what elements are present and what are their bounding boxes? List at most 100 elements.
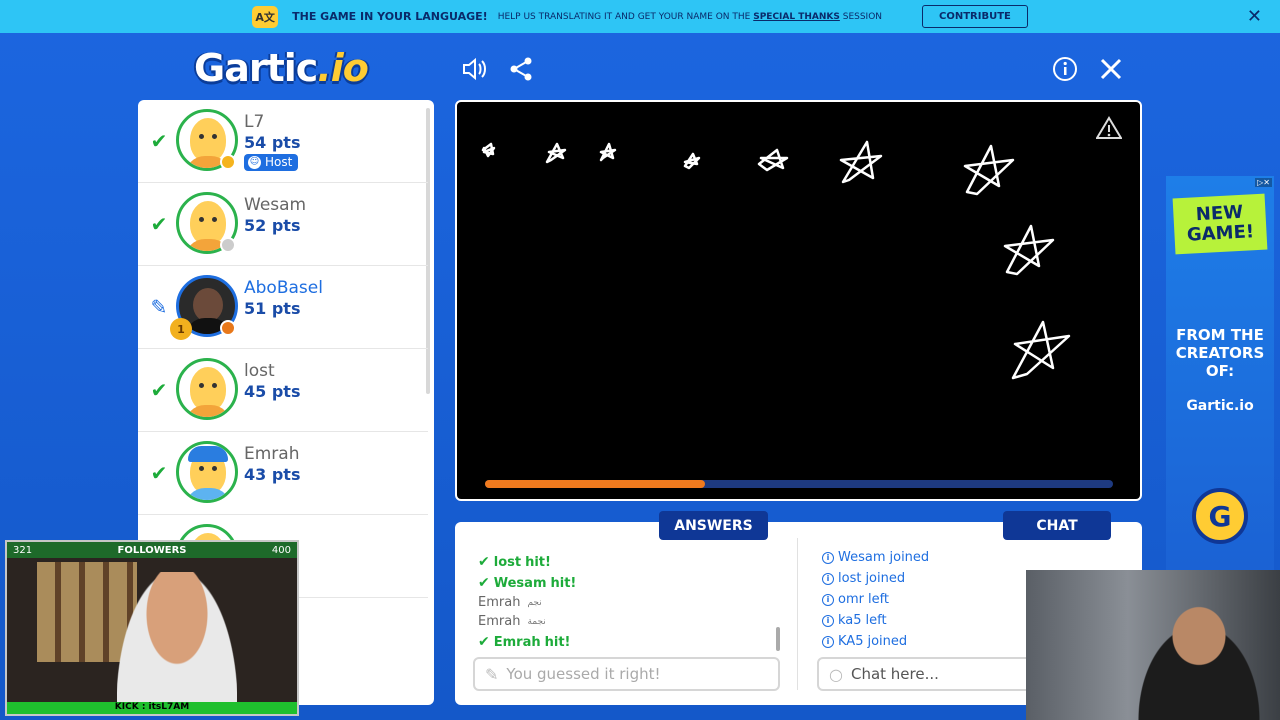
- answer-input[interactable]: ✎ You guessed it right!: [473, 657, 780, 691]
- sound-icon[interactable]: [460, 54, 490, 84]
- player-name: Wesam: [244, 195, 307, 215]
- check-icon: ✔: [150, 461, 168, 485]
- answer-message: ✔ lost hit!: [478, 554, 551, 570]
- answer-message: ✔ Wesam hit!: [478, 575, 576, 591]
- drawing-canvas[interactable]: [455, 100, 1142, 501]
- chat-user: lost: [838, 571, 862, 586]
- report-warning-icon[interactable]: [1095, 116, 1123, 146]
- banner-title: THE GAME IN YOUR LANGUAGE!: [292, 10, 488, 23]
- panel-divider: [797, 538, 798, 690]
- chat-text: left: [867, 592, 890, 607]
- info-icon: i: [822, 593, 834, 606]
- trophy-icon: 1: [170, 318, 192, 340]
- answer-message: Emrah نجمة: [478, 614, 546, 629]
- streamer-webcam-right: [1026, 570, 1280, 720]
- chat-bubble-icon: ○: [829, 664, 843, 684]
- smile-icon: ☺: [248, 155, 261, 169]
- chat-user: KA5: [838, 634, 864, 649]
- answer-user: Wesam: [493, 575, 547, 591]
- chat-user: Wesam: [838, 550, 886, 565]
- chat-message: i lost joined: [822, 571, 905, 586]
- follower-goal: 400: [271, 544, 291, 556]
- webcam-person: [117, 572, 237, 712]
- host-badge: ☺ Host: [244, 154, 299, 171]
- player-row[interactable]: ✎ 1 AboBasel 51 pts: [138, 266, 428, 349]
- player-name: AboBasel: [244, 278, 323, 298]
- banner-help-post: SESSION: [842, 11, 883, 22]
- answer-user: Emrah: [493, 634, 541, 650]
- ad-headline: NEW GAME!: [1172, 193, 1268, 255]
- answer-user: Emrah: [478, 614, 521, 629]
- exit-icon[interactable]: [1096, 54, 1126, 84]
- avatar: [176, 358, 238, 420]
- status-dot: [220, 154, 236, 170]
- pencil-icon: ✎: [150, 295, 168, 319]
- round-timer-bar: [485, 480, 1113, 488]
- info-icon: i: [822, 551, 834, 564]
- ad-brand: Gartic.io: [1186, 398, 1254, 414]
- logo-main: Gartic: [194, 46, 318, 90]
- player-name: lost: [244, 361, 275, 381]
- special-thanks-link[interactable]: SPECIAL THANKS: [753, 12, 840, 22]
- chat-message: i Wesam joined: [822, 550, 929, 565]
- player-points: 43 pts: [244, 465, 301, 484]
- gartic-logo: Gartic.io: [194, 46, 369, 90]
- player-row[interactable]: ✔ lost 45 pts: [138, 349, 428, 432]
- follower-label: FOLLOWERS: [117, 544, 187, 556]
- answer-text: hit!: [544, 634, 571, 650]
- chat-text: joined: [889, 550, 930, 565]
- info-icon: i: [822, 572, 834, 585]
- player-points: 54 pts: [244, 133, 301, 152]
- player-row[interactable]: ✔ Emrah 43 pts: [138, 432, 428, 515]
- answer-user: lost: [493, 554, 522, 570]
- drawing-strokes: [481, 140, 1071, 380]
- banner-help-text: HELP US TRANSLATING IT AND GET YOUR NAME…: [498, 12, 882, 22]
- player-name: L7: [244, 112, 265, 132]
- chat-message: i KA5 joined: [822, 634, 907, 649]
- answer-message: ✔ Emrah hit!: [478, 634, 570, 650]
- webcam-person: [1136, 600, 1276, 720]
- ad-choices-icon[interactable]: ▷✕: [1255, 178, 1272, 187]
- info-icon: i: [822, 635, 834, 648]
- chat-message: i ka5 left: [822, 613, 887, 628]
- check-icon: ✔: [150, 129, 168, 153]
- chat-input[interactable]: ○ Chat here...: [817, 657, 1032, 691]
- stream-handle: KICK : itsL7AM: [7, 702, 297, 714]
- answer-user: Emrah: [478, 595, 521, 610]
- player-name: Emrah: [244, 444, 300, 464]
- answer-text: hit!: [550, 575, 577, 591]
- avatar: [176, 441, 238, 503]
- followers-bar: 321 FOLLOWERS 400: [7, 542, 297, 558]
- answer-text: نجمة: [527, 616, 546, 627]
- chat-text: joined: [865, 571, 906, 586]
- host-label: Host: [265, 155, 293, 169]
- pencil-icon: ✎: [485, 664, 499, 684]
- chat-text: left: [865, 613, 887, 628]
- ad-app-button[interactable]: G: [1192, 488, 1248, 544]
- ad-subtext: FROM THE CREATORS OF:: [1175, 326, 1265, 380]
- follower-count: 321: [13, 544, 33, 556]
- check-icon: ✔: [478, 575, 490, 591]
- tab-chat[interactable]: CHAT: [1003, 511, 1111, 540]
- translate-icon: A文: [252, 5, 279, 28]
- player-row[interactable]: ✔ L7 54 pts ☺ Host: [138, 100, 428, 183]
- contribute-button[interactable]: CONTRIBUTE: [922, 5, 1028, 28]
- round-timer-fill: [485, 480, 705, 488]
- streamer-webcam-left: 321 FOLLOWERS 400 KICK : itsL7AM: [5, 540, 299, 716]
- check-icon: ✔: [150, 212, 168, 236]
- chat-user: omr: [838, 592, 864, 607]
- share-icon[interactable]: [506, 54, 536, 84]
- status-dot: [220, 320, 236, 336]
- info-icon[interactable]: [1050, 54, 1080, 84]
- answer-text: hit!: [525, 554, 551, 570]
- answers-scrollbar[interactable]: [776, 627, 780, 651]
- player-row[interactable]: ✔ Wesam 52 pts: [138, 183, 428, 266]
- player-points: 51 pts: [244, 299, 301, 318]
- info-icon: i: [822, 614, 834, 627]
- answer-message: Emrah نجم: [478, 595, 542, 610]
- tab-answers[interactable]: ANSWERS: [659, 511, 768, 540]
- close-icon[interactable]: ✕: [1247, 6, 1262, 27]
- ad-banner[interactable]: ▷✕ NEW GAME! FROM THE CREATORS OF: Garti…: [1166, 176, 1274, 570]
- player-points: 52 pts: [244, 216, 301, 235]
- check-icon: ✔: [478, 634, 490, 650]
